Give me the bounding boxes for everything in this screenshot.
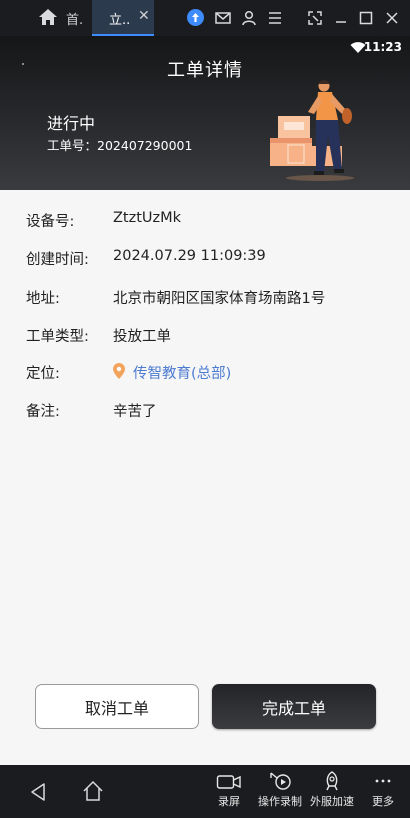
location-text: 传智教育(总部) xyxy=(133,366,232,382)
order-number: 工单号：202407290001 xyxy=(47,135,192,154)
tool-label: 录屏 xyxy=(218,795,240,808)
home-icon[interactable] xyxy=(38,8,58,26)
back-nav-icon[interactable] xyxy=(30,782,46,802)
screenshot-icon[interactable] xyxy=(306,9,324,27)
detail-label: 地址: xyxy=(26,291,60,307)
upload-icon[interactable] xyxy=(187,9,204,26)
tool-accelerate[interactable]: 外服加速 xyxy=(306,771,358,809)
detail-value: ZtztUzMk xyxy=(113,210,182,226)
mail-icon[interactable] xyxy=(214,9,232,27)
order-header: 11:23 工单详情 进行中 工单号：202407290001 xyxy=(0,36,410,190)
window-close-icon[interactable] xyxy=(383,9,401,27)
detail-value: 投放工单 xyxy=(113,329,171,345)
tab-active-label: 立.. xyxy=(109,13,131,28)
tab-active[interactable]: 立.. ✕ xyxy=(92,0,154,36)
close-icon[interactable]: ✕ xyxy=(138,8,150,24)
maximize-icon[interactable] xyxy=(357,9,375,27)
order-number-value: 202407290001 xyxy=(97,138,193,153)
detail-value: 2024.07.29 11:09:39 xyxy=(113,248,266,264)
emulator-title-bar: 首. 立.. ✕ xyxy=(0,0,410,36)
cancel-order-button[interactable]: 取消工单 xyxy=(35,684,199,729)
tab-home-label[interactable]: 首. xyxy=(66,9,83,28)
detail-label: 备注: xyxy=(26,404,60,420)
operation-record-icon xyxy=(270,772,291,790)
detail-value: 辛苦了 xyxy=(113,404,157,420)
order-status: 进行中 xyxy=(47,114,96,133)
tool-label: 外服加速 xyxy=(310,795,354,808)
tool-label: 操作录制 xyxy=(258,795,302,808)
screen-record-icon xyxy=(216,775,241,789)
more-icon xyxy=(375,779,391,783)
user-icon[interactable] xyxy=(240,9,258,27)
minimize-icon[interactable] xyxy=(332,9,350,27)
menu-icon[interactable] xyxy=(266,9,284,27)
location-pin-icon xyxy=(113,363,125,379)
page-title: 工单详情 xyxy=(167,60,243,81)
home-nav-icon[interactable] xyxy=(82,780,104,802)
detail-label: 创建时间: xyxy=(26,252,89,268)
location-link[interactable]: 传智教育(总部) xyxy=(113,362,231,383)
complete-order-button[interactable]: 完成工单 xyxy=(212,684,376,729)
detail-label: 设备号: xyxy=(26,214,75,230)
detail-label: 定位: xyxy=(26,366,60,382)
emulator-bottom-bar: 录屏 操作录制 外服加速 更多 xyxy=(0,765,410,818)
courier-illustration xyxy=(270,80,354,181)
status-time: 11:23 xyxy=(363,40,402,54)
detail-label: 工单类型: xyxy=(26,329,89,345)
rocket-icon xyxy=(326,771,338,791)
tool-more[interactable]: 更多 xyxy=(368,771,398,809)
detail-value: 北京市朝阳区国家体育场南路1号 xyxy=(113,291,326,307)
order-number-label: 工单号： xyxy=(47,138,98,153)
tool-operation-record[interactable]: 操作录制 xyxy=(254,771,306,809)
order-detail-panel: 设备号: ZtztUzMk 创建时间: 2024.07.29 11:09:39 … xyxy=(0,190,410,765)
tool-screen-record[interactable]: 录屏 xyxy=(214,771,244,809)
tool-label: 更多 xyxy=(372,795,394,808)
